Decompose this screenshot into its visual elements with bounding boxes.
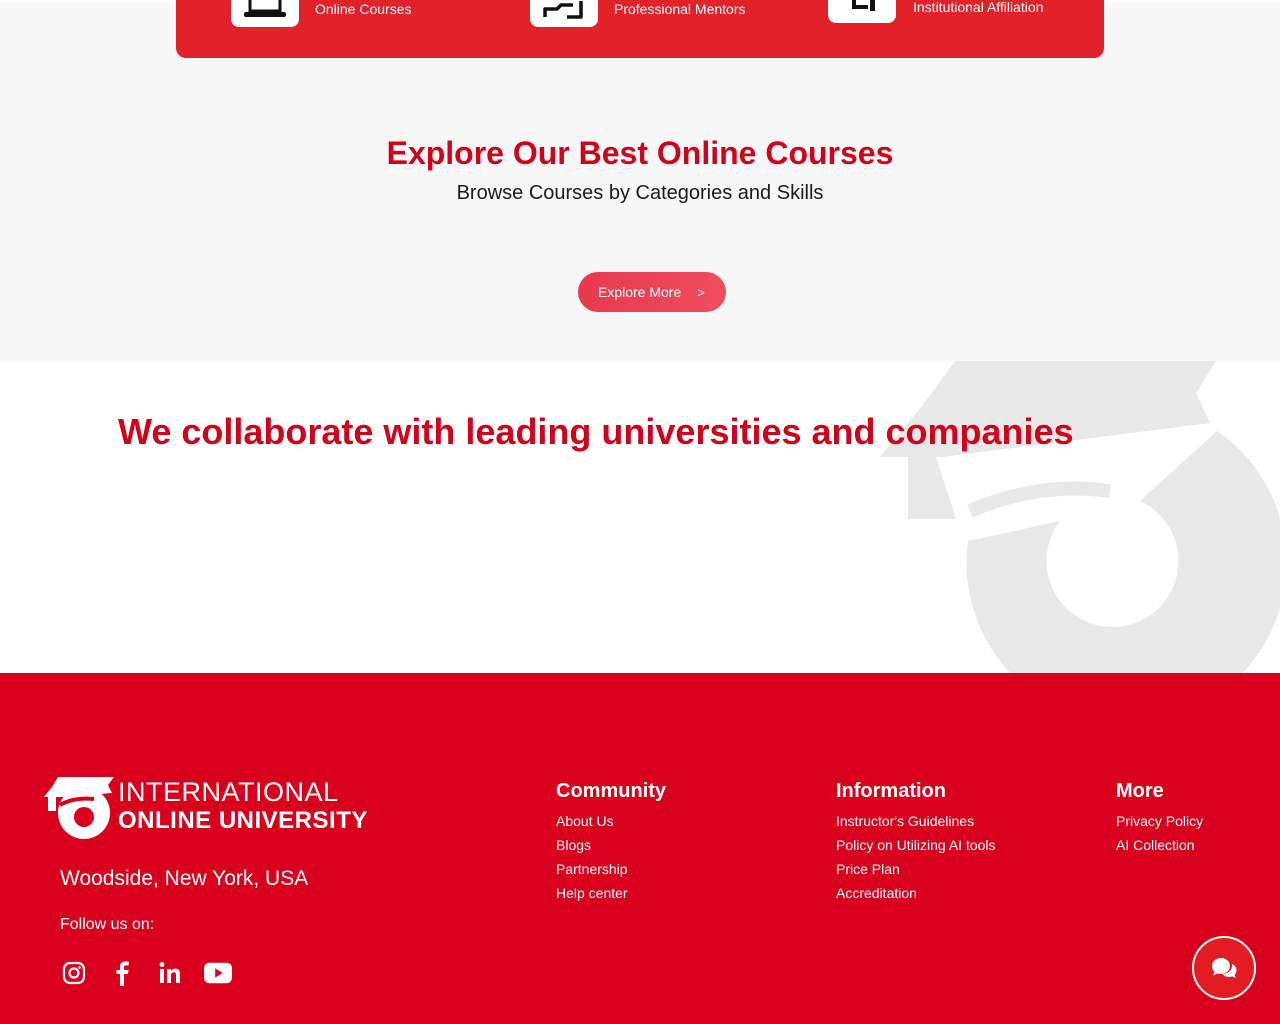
explore-title: Explore Our Best Online Courses <box>386 135 894 171</box>
link-ai-tools-policy[interactable]: Policy on Utilizing AI tools <box>836 837 996 861</box>
link-accreditation[interactable]: Accreditation <box>836 885 996 909</box>
graduation-cap-watermark-icon <box>880 361 1280 673</box>
explore-subtitle: Browse Courses by Categories and Skills <box>456 182 824 204</box>
logo-text-international: INTERNATIONAL <box>118 777 339 807</box>
chat-button[interactable] <box>1192 936 1256 1000</box>
link-about-us[interactable]: About Us <box>556 813 666 837</box>
feature-label: Professional Mentors <box>614 1 746 17</box>
link-ai-collection[interactable]: AI Collection <box>1116 837 1203 861</box>
follow-us-label: Follow us on: <box>60 916 155 933</box>
link-privacy-policy[interactable]: Privacy Policy <box>1116 813 1203 837</box>
explore-more-button[interactable]: Explore More > <box>578 272 726 312</box>
link-price-plan[interactable]: Price Plan <box>836 861 996 885</box>
link-partnership[interactable]: Partnership <box>556 861 666 885</box>
link-blogs[interactable]: Blogs <box>556 837 666 861</box>
footer: INTERNATIONAL ONLINE UNIVERSITY Woodside… <box>0 673 1280 1024</box>
address: Woodside, New York, USA <box>60 867 309 890</box>
mentor-icon <box>530 0 598 27</box>
more-heading: More <box>1116 780 1164 802</box>
social-links <box>60 959 232 987</box>
youtube-icon[interactable] <box>204 959 232 987</box>
collaboration-title: We collaborate with leading universities… <box>118 411 1074 452</box>
footer-column-more: More Privacy Policy AI Collection <box>1116 780 1203 861</box>
link-instructors-guidelines[interactable]: Instructor's Guidelines <box>836 813 996 837</box>
information-heading: Information <box>836 780 946 802</box>
logo-text-online-university: ONLINE UNIVERSITY <box>118 807 368 834</box>
community-heading: Community <box>556 780 666 802</box>
footer-column-community: Community About Us Blogs Partnership Hel… <box>556 780 666 909</box>
linkedin-icon[interactable] <box>156 959 184 987</box>
instagram-icon[interactable] <box>60 959 88 987</box>
footer-column-information: Information Instructor's Guidelines Poli… <box>836 780 996 909</box>
collaboration-section: We collaborate with leading universities… <box>0 361 1280 673</box>
laptop-icon <box>231 0 299 27</box>
facebook-icon[interactable] <box>108 959 136 987</box>
chat-bubbles-icon <box>1212 958 1237 978</box>
chevron-right-icon: > <box>697 284 705 300</box>
link-help-center[interactable]: Help center <box>556 885 666 909</box>
feature-label: Institutional Affiliation <box>913 0 1044 15</box>
feature-label: Online Courses <box>315 1 412 17</box>
explore-more-label: Explore More <box>598 284 682 300</box>
logo-cap-icon <box>44 777 114 839</box>
features-banner: Online Courses Professional Mentors Inst… <box>176 0 1104 58</box>
institution-icon <box>828 0 896 23</box>
